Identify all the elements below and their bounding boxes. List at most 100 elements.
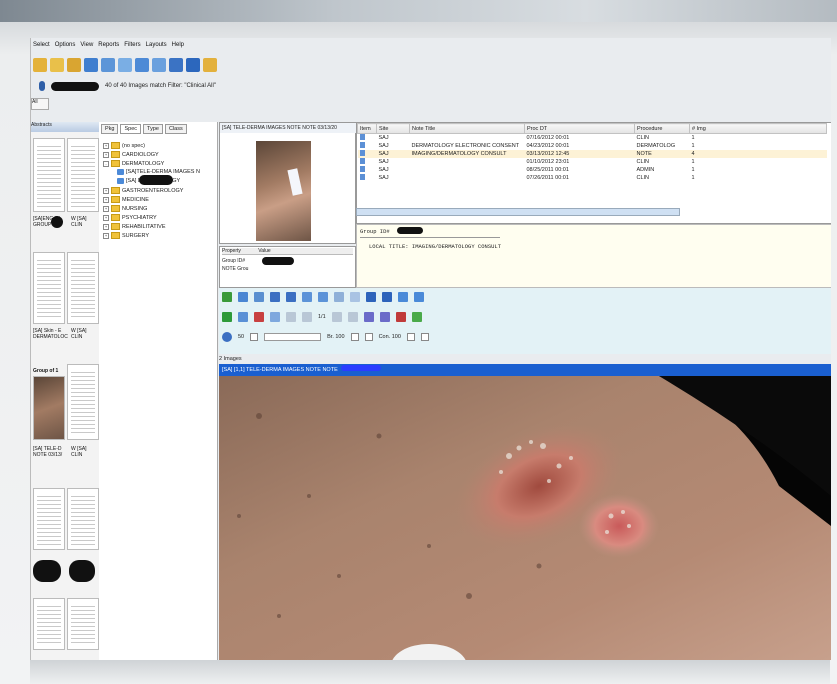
mirror-icon[interactable] <box>379 312 390 322</box>
fit-icon[interactable] <box>238 292 248 302</box>
tree-item[interactable]: + NURSING <box>103 205 147 212</box>
tab-pkg[interactable]: Pkg <box>101 124 119 134</box>
next-page-icon[interactable] <box>331 312 342 322</box>
column-procedure[interactable]: Procedure <box>634 123 690 134</box>
document-icon[interactable] <box>135 58 149 72</box>
zoom-out-icon[interactable] <box>286 292 296 302</box>
table-row[interactable]: SAJ DERMATOLOGY ELECTRONIC CONSENT 04/23/2… <box>358 142 827 150</box>
first-page-icon[interactable] <box>286 312 296 322</box>
tree-item[interactable]: + (no spec) <box>103 142 145 149</box>
menu-filters[interactable]: Filters <box>124 42 140 52</box>
horizontal-scrollbar[interactable] <box>356 208 680 216</box>
expand-icon[interactable]: + <box>103 142 109 149</box>
image-icon <box>359 142 365 148</box>
layout-icon[interactable] <box>118 58 132 72</box>
reset-icon[interactable] <box>411 312 422 322</box>
thumbnail[interactable] <box>33 376 65 440</box>
column-site[interactable]: Site <box>376 123 410 134</box>
column-item[interactable]: Item <box>357 123 377 134</box>
zoom-checkbox[interactable] <box>250 333 259 341</box>
tree-item[interactable]: - DERMATOLOGY <box>103 160 164 167</box>
grid-view-icon[interactable] <box>101 58 115 72</box>
open-folder-icon[interactable] <box>67 58 81 72</box>
contrast-checkbox-2[interactable] <box>420 333 429 341</box>
tree-item[interactable]: + PSYCHIATRY <box>103 214 157 221</box>
settings-icon[interactable] <box>203 58 217 72</box>
tree-item[interactable]: + SURGERY <box>103 232 149 239</box>
thumbnail[interactable] <box>33 138 65 212</box>
expand-icon[interactable]: + <box>103 151 109 158</box>
tree-item[interactable]: + CARDIOLOGY <box>103 151 159 158</box>
magnify-icon[interactable] <box>318 292 328 302</box>
pan-icon[interactable] <box>334 292 344 302</box>
copy-icon[interactable] <box>222 292 232 302</box>
tab-spec[interactable]: Spec <box>120 124 142 134</box>
window-icon[interactable] <box>366 292 376 302</box>
flip-icon[interactable] <box>363 312 374 322</box>
invert-icon[interactable] <box>395 312 406 322</box>
thumbnail[interactable] <box>67 488 99 550</box>
image-viewer[interactable]: [SA] [1,1] TELE-DERMA IMAGES NOTE NOTE <box>219 364 831 660</box>
collapse-icon[interactable]: - <box>103 160 109 167</box>
zoom-icon <box>222 332 232 342</box>
expand-icon[interactable]: + <box>103 232 109 239</box>
image-list-icon[interactable] <box>84 58 98 72</box>
image-info-icon[interactable] <box>238 312 248 322</box>
expand-icon[interactable]: + <box>103 196 109 203</box>
expand-icon[interactable]: + <box>103 205 109 212</box>
brightness-checkbox-2[interactable] <box>364 333 373 341</box>
menu-select[interactable]: Select <box>33 42 50 52</box>
menu-layouts[interactable]: Layouts <box>146 42 167 52</box>
last-page-icon[interactable] <box>347 312 358 322</box>
page-icon[interactable] <box>270 312 280 322</box>
thumbnail[interactable] <box>67 364 99 440</box>
tree-item[interactable]: + GASTROENTEROLOGY <box>103 187 183 194</box>
actual-size-icon[interactable] <box>254 292 264 302</box>
brightness-checkbox[interactable] <box>350 333 359 341</box>
expand-icon[interactable]: + <box>103 223 109 230</box>
table-row[interactable]: SAJ 07/26/2011 00:01 CLIN 1 <box>358 174 827 182</box>
folder-icon[interactable] <box>50 58 64 72</box>
menu-options[interactable]: Options <box>55 42 76 52</box>
column-proc-dt[interactable]: Proc DT <box>524 123 635 134</box>
tile-icon[interactable] <box>254 312 264 322</box>
tree-item[interactable]: + REHABILITATIVE <box>103 223 166 230</box>
thumbnail[interactable] <box>67 598 99 650</box>
measure-icon[interactable] <box>414 292 424 302</box>
thumbnail[interactable] <box>33 488 65 550</box>
thumbnail[interactable] <box>67 138 99 212</box>
zoom-rect-icon[interactable] <box>302 292 312 302</box>
table-row[interactable]: SAJ IMAGING/DERMATOLOGY CONSULT 03/13/2012… <box>357 150 827 158</box>
report-icon[interactable] <box>152 58 166 72</box>
thumbnail[interactable] <box>67 252 99 324</box>
column-img-count[interactable]: # Img <box>689 123 827 134</box>
prev-page-icon[interactable] <box>302 312 312 322</box>
tree-item[interactable]: + MEDICINE <box>103 196 149 203</box>
table-row[interactable]: SAJ 07/16/2012 00:01 CLIN 1 <box>358 134 827 143</box>
refresh-icon[interactable] <box>222 312 232 322</box>
print-icon[interactable] <box>169 58 183 72</box>
annotate-icon[interactable] <box>398 292 408 302</box>
thumbnail[interactable] <box>33 252 65 324</box>
all-button[interactable]: All <box>31 98 49 110</box>
tab-type[interactable]: Type <box>143 124 163 134</box>
image-preview[interactable]: [SA] TELE-DERMA IMAGES NOTE NOTE 03/13/2… <box>219 122 357 244</box>
patient-icon[interactable] <box>33 58 47 72</box>
contrast-checkbox[interactable] <box>406 333 415 341</box>
menu-help[interactable]: Help <box>172 42 184 52</box>
zoom-in-icon[interactable] <box>270 292 280 302</box>
column-note-title[interactable]: Note Title <box>409 123 525 134</box>
menu-view[interactable]: View <box>80 42 93 52</box>
folder-icon <box>111 151 120 158</box>
table-row[interactable]: SAJ 08/25/2011 00:01 ADMIN 1 <box>358 166 827 174</box>
layout-grid-icon[interactable] <box>382 292 392 302</box>
expand-icon[interactable]: + <box>103 214 109 221</box>
menu-reports[interactable]: Reports <box>98 42 119 52</box>
tab-class[interactable]: Class <box>164 124 187 134</box>
table-row[interactable]: SAJ 01/10/2012 23:01 CLIN 1 <box>358 158 827 166</box>
expand-icon[interactable]: + <box>103 187 109 194</box>
zoom-slider[interactable] <box>264 333 322 341</box>
pointer-icon[interactable] <box>350 292 360 302</box>
network-icon[interactable] <box>186 58 200 72</box>
thumbnail[interactable] <box>33 598 65 650</box>
